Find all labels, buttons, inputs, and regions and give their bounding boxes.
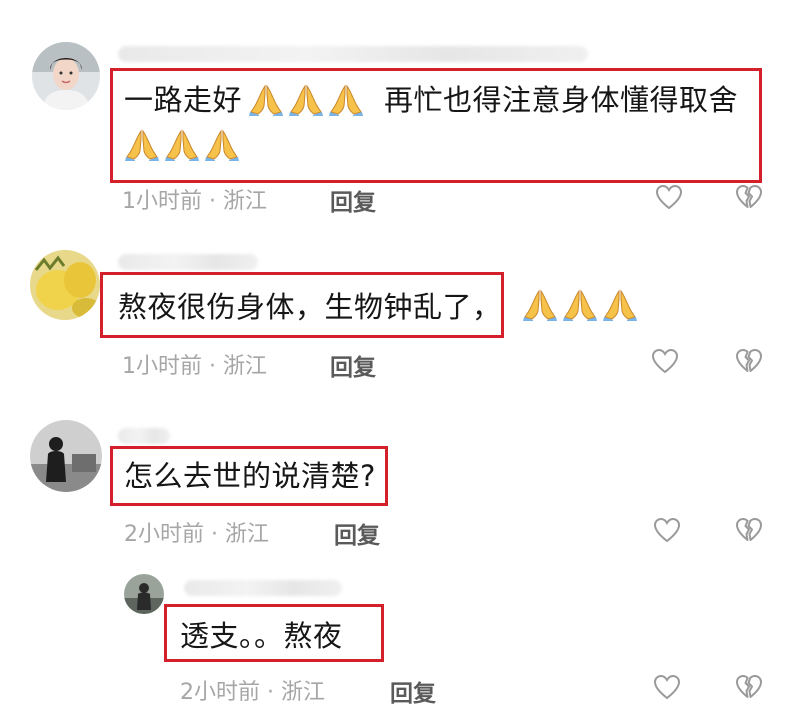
username-blurred[interactable]: [118, 254, 258, 270]
reply-button[interactable]: 回复: [334, 516, 380, 550]
broken-heart-icon[interactable]: [734, 515, 764, 545]
heart-icon[interactable]: [650, 346, 680, 376]
heart-icon[interactable]: [652, 515, 682, 545]
highlight-box: [110, 446, 388, 506]
comment-time-location: 1小时前 · 浙江: [122, 189, 267, 214]
avatar[interactable]: [124, 574, 164, 614]
highlight-box: [110, 68, 762, 183]
heart-icon[interactable]: [654, 182, 684, 212]
emoji-group: [522, 289, 638, 321]
broken-heart-icon[interactable]: [734, 672, 764, 702]
highlight-box: [164, 604, 384, 662]
username-blurred[interactable]: [184, 580, 342, 596]
avatar[interactable]: [30, 420, 102, 492]
heart-icon[interactable]: [652, 672, 682, 702]
reply-button[interactable]: 回复: [330, 183, 376, 217]
comment-time-location: 2小时前 · 浙江: [124, 522, 269, 547]
broken-heart-icon[interactable]: [734, 182, 764, 212]
username-blurred[interactable]: [118, 428, 170, 444]
folded-hands-emoji: [562, 289, 598, 321]
username-blurred[interactable]: [118, 46, 588, 62]
avatar[interactable]: [30, 250, 100, 320]
folded-hands-emoji: [602, 289, 638, 321]
highlight-box: [100, 272, 504, 338]
comment-time-location: 1小时前 · 浙江: [122, 354, 267, 379]
folded-hands-emoji: [522, 289, 558, 321]
reply-button[interactable]: 回复: [330, 348, 376, 382]
comment-time-location: 2小时前 · 浙江: [180, 680, 325, 705]
reply-button[interactable]: 回复: [390, 674, 436, 708]
avatar[interactable]: [32, 42, 100, 110]
broken-heart-icon[interactable]: [734, 346, 764, 376]
